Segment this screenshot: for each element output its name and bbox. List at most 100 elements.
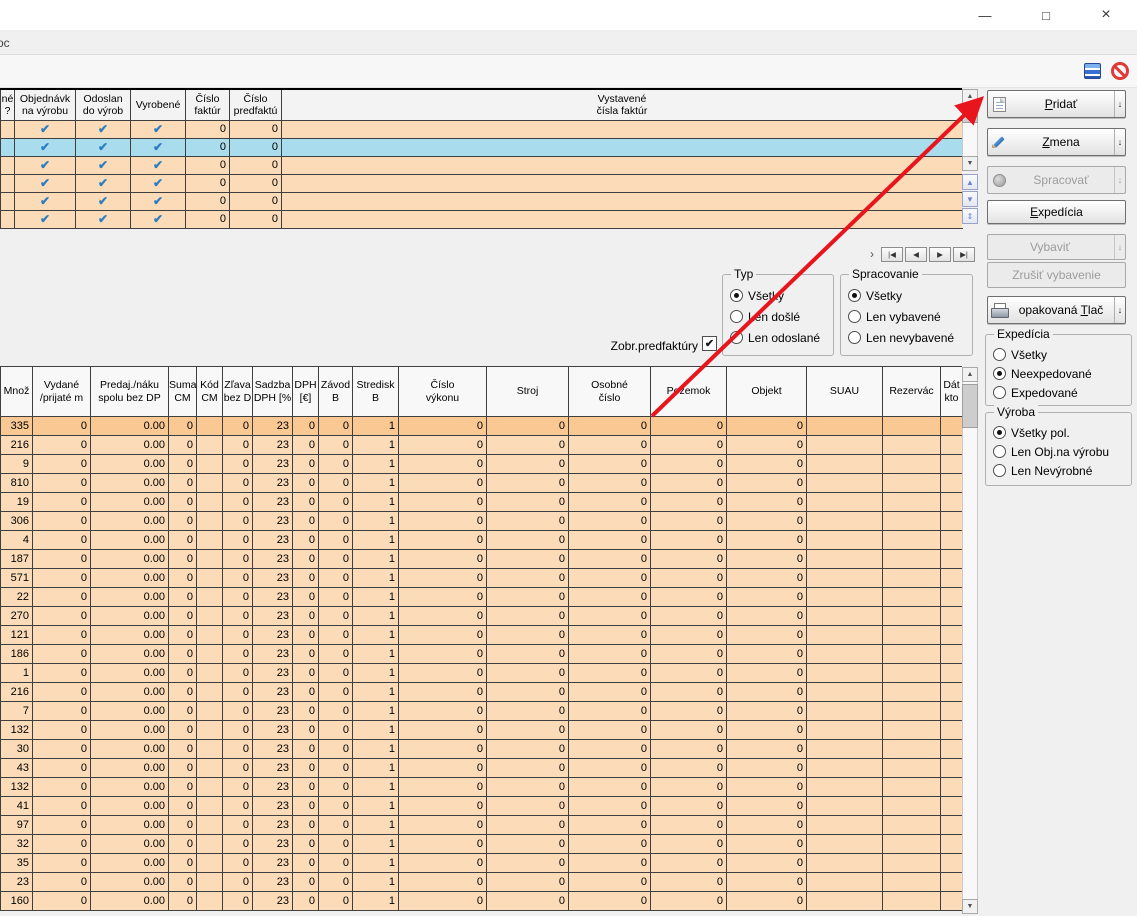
nav-button[interactable]: ▶|: [953, 247, 975, 262]
radio-option[interactable]: Neexpedované: [986, 364, 1131, 383]
orders-grid-scrollbar[interactable]: ▲ ▼ ▲▼⇕: [962, 88, 979, 228]
radio-option[interactable]: Všetky: [986, 345, 1131, 364]
order-row[interactable]: ✔✔✔00: [1, 192, 963, 210]
dropdown-arrow-icon[interactable]: ↓: [1114, 129, 1125, 155]
item-row[interactable]: 3000.00002300100000: [1, 740, 963, 759]
radio-button[interactable]: [993, 348, 1006, 361]
order-row[interactable]: ✔✔✔00: [1, 156, 963, 174]
radio-option[interactable]: Len nevybavené: [841, 327, 972, 348]
no-entry-icon[interactable]: [1111, 62, 1129, 80]
radio-button[interactable]: [993, 426, 1006, 439]
column-header[interactable]: Zľava bez D: [223, 367, 253, 417]
column-header[interactable]: Suma CM: [169, 367, 197, 417]
order-row[interactable]: ✔✔✔00: [1, 138, 963, 156]
column-header[interactable]: DPH [€]: [293, 367, 319, 417]
item-row[interactable]: 100.00002300100000: [1, 664, 963, 683]
radio-button[interactable]: [993, 386, 1006, 399]
item-row[interactable]: 18700.00002300100000: [1, 550, 963, 569]
item-row[interactable]: 9700.00002300100000: [1, 816, 963, 835]
column-header[interactable]: né ?: [1, 89, 15, 120]
item-row[interactable]: 27000.00002300100000: [1, 607, 963, 626]
item-row[interactable]: 12100.00002300100000: [1, 626, 963, 645]
radio-button[interactable]: [848, 331, 861, 344]
column-header[interactable]: Sadzba DPH [%: [253, 367, 293, 417]
radio-option[interactable]: Len odoslané: [723, 327, 833, 348]
item-row[interactable]: 3200.00002300100000: [1, 835, 963, 854]
item-row[interactable]: 21600.00002300100000: [1, 683, 963, 702]
scroll-up-button[interactable]: ▲: [962, 367, 978, 382]
zobr-predfaktury-checkbox[interactable]: ✔: [702, 336, 717, 351]
nav-button[interactable]: ⇕: [962, 208, 978, 224]
radio-button[interactable]: [993, 464, 1006, 477]
column-header[interactable]: Stroj: [487, 367, 569, 417]
column-header[interactable]: Rezervác: [883, 367, 941, 417]
radio-button[interactable]: [848, 289, 861, 302]
radio-option[interactable]: Len Nevýrobné: [986, 461, 1131, 480]
radio-button[interactable]: [993, 367, 1006, 380]
order-row[interactable]: ✔✔✔00: [1, 120, 963, 138]
radio-button[interactable]: [730, 289, 743, 302]
item-row[interactable]: 4300.00002300100000: [1, 759, 963, 778]
item-row[interactable]: 900.00002300100000: [1, 455, 963, 474]
scroll-down-button[interactable]: ▼: [962, 156, 978, 171]
radio-option[interactable]: Len došlé: [723, 306, 833, 327]
column-header[interactable]: Číslo faktúr: [186, 89, 230, 120]
column-header[interactable]: Číslo predfaktú: [230, 89, 282, 120]
close-button[interactable]: ×: [1083, 0, 1129, 30]
column-header[interactable]: SUAU: [807, 367, 883, 417]
radio-button[interactable]: [993, 445, 1006, 458]
nav-button[interactable]: |◀: [881, 247, 903, 262]
column-header[interactable]: Závod B: [319, 367, 353, 417]
scrollbar-thumb[interactable]: [962, 105, 978, 123]
item-row[interactable]: 13200.00002300100000: [1, 721, 963, 740]
column-header[interactable]: Vystavené čísla faktúr: [282, 89, 963, 120]
opakovana-tlac-button[interactable]: opakovaná Tlač ↓: [987, 296, 1126, 324]
scroll-down-button[interactable]: ▼: [962, 899, 978, 914]
item-row[interactable]: 400.00002300100000: [1, 531, 963, 550]
item-row[interactable]: 700.00002300100000: [1, 702, 963, 721]
radio-option[interactable]: Len Obj.na výrobu: [986, 442, 1131, 461]
column-header[interactable]: Objekt: [727, 367, 807, 417]
column-header[interactable]: Objednávk na výrobu: [15, 89, 76, 120]
radio-button[interactable]: [730, 310, 743, 323]
column-header[interactable]: Predaj./náku spolu bez DP: [91, 367, 169, 417]
order-row[interactable]: ✔✔✔00: [1, 210, 963, 228]
column-header[interactable]: Stredisk B: [353, 367, 399, 417]
expedicia-button[interactable]: Expedícia: [987, 200, 1126, 224]
item-row[interactable]: 16000.00002300100000: [1, 892, 963, 911]
radio-option[interactable]: Len vybavené: [841, 306, 972, 327]
column-header[interactable]: Vydané /prijaté m: [33, 367, 91, 417]
item-row[interactable]: 2300.00002300100000: [1, 873, 963, 892]
item-row[interactable]: 4100.00002300100000: [1, 797, 963, 816]
zrusit-vybavenie-button[interactable]: Zrušiť vybavenie: [987, 262, 1126, 288]
minimize-button[interactable]: —: [962, 0, 1008, 30]
radio-option[interactable]: Všetky: [841, 285, 972, 306]
column-header[interactable]: Číslo výkonu: [399, 367, 487, 417]
order-row[interactable]: ✔✔✔00: [1, 174, 963, 192]
item-row[interactable]: 81000.00002300100000: [1, 474, 963, 493]
item-row[interactable]: 3500.00002300100000: [1, 854, 963, 873]
spracovat-button[interactable]: Spracovať ↓: [987, 166, 1126, 194]
column-header[interactable]: Osobné číslo: [569, 367, 651, 417]
item-row[interactable]: 18600.00002300100000: [1, 645, 963, 664]
items-grid[interactable]: MnožVydané /prijaté mPredaj./náku spolu …: [0, 366, 963, 911]
column-header[interactable]: Vyrobené: [131, 89, 186, 120]
radio-button[interactable]: [730, 331, 743, 344]
dropdown-arrow-icon[interactable]: ↓: [1114, 297, 1125, 323]
item-row[interactable]: 13200.00002300100000: [1, 778, 963, 797]
scrollbar-track[interactable]: [962, 382, 978, 899]
vybavit-button[interactable]: Vybaviť ↓: [987, 234, 1126, 260]
nav-button[interactable]: ▲: [962, 174, 978, 190]
radio-option[interactable]: Expedované: [986, 383, 1131, 402]
nav-button[interactable]: ◀: [905, 247, 927, 262]
nav-button[interactable]: ▶: [929, 247, 951, 262]
column-header[interactable]: Odoslan do výrob: [76, 89, 131, 120]
item-row[interactable]: 30600.00002300100000: [1, 512, 963, 531]
item-row[interactable]: 1900.00002300100000: [1, 493, 963, 512]
items-grid-scrollbar[interactable]: ▲ ▼: [962, 366, 979, 916]
item-row[interactable]: 33500.00002300100000: [1, 417, 963, 436]
radio-button[interactable]: [848, 310, 861, 323]
item-row[interactable]: 21600.00002300100000: [1, 436, 963, 455]
column-header[interactable]: Množ: [1, 367, 33, 417]
radio-option[interactable]: Všetky pol.: [986, 423, 1131, 442]
